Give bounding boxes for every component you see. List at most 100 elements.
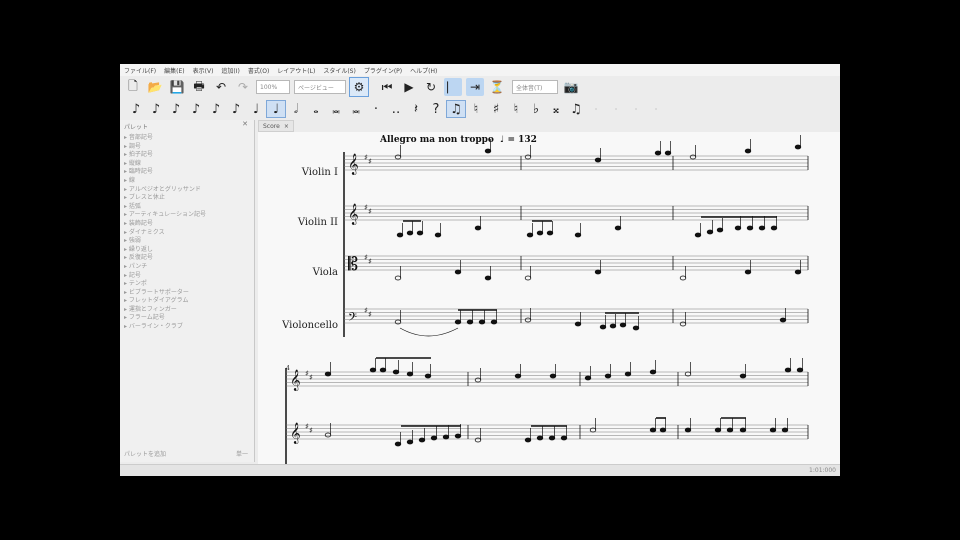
palette-item[interactable]: ▸ フレットダイアグラム — [124, 297, 250, 306]
menu-style[interactable]: スタイル(S) — [319, 66, 360, 75]
menu-layout[interactable]: レイアウト(L) — [273, 66, 319, 75]
palette-item[interactable]: ▸ パンチ — [124, 263, 250, 272]
palette-item[interactable]: ▸ 線 — [124, 177, 250, 186]
note — [474, 377, 482, 383]
zoom-field[interactable]: 100% — [256, 80, 290, 94]
note — [394, 441, 402, 447]
flip-icon[interactable]: ♫ — [566, 100, 586, 118]
palette-mode-label[interactable]: 単一 — [236, 449, 248, 458]
duration-double-whole-icon[interactable]: 𝅜 — [326, 100, 346, 118]
menu-file[interactable]: ファイル(F) — [120, 66, 160, 75]
palette-item[interactable]: ▸ 装飾記号 — [124, 220, 250, 229]
palette-item[interactable]: ▸ バーライン・クラブ — [124, 323, 250, 332]
rewind-icon[interactable]: ⏮ — [378, 78, 396, 96]
palette-item[interactable]: ▸ 調号 — [124, 143, 250, 152]
palette-item[interactable]: ▸ ビブラートサポーター — [124, 289, 250, 298]
note — [394, 319, 402, 325]
note — [796, 367, 804, 373]
menu-edit[interactable]: 編集(E) — [160, 66, 188, 75]
tie-selected-icon[interactable]: ♫ — [446, 100, 466, 118]
palette-item[interactable]: ▸ 強弱 — [124, 237, 250, 246]
instrument-label-violin-2[interactable]: Violin II — [297, 217, 338, 228]
augmentation-dot-icon[interactable]: · — [366, 100, 386, 118]
palette-item[interactable]: ▸ ダイナミクス — [124, 229, 250, 238]
palette-close-icon[interactable]: ✕ — [242, 120, 248, 128]
duration-half-icon[interactable]: 𝅗𝅥 — [286, 100, 306, 118]
redo-icon[interactable]: ↷ — [234, 78, 252, 96]
palette-item[interactable]: ▸ ブレスと休止 — [124, 194, 250, 203]
view-mode-select[interactable]: ページビュー — [294, 80, 346, 94]
note-input-icon[interactable]: ♪ — [126, 100, 146, 118]
note — [726, 427, 734, 433]
play-icon[interactable]: ▶ — [400, 78, 418, 96]
close-tab-icon[interactable]: × — [284, 123, 289, 130]
note — [744, 269, 752, 275]
tab-score[interactable]: Score × — [258, 120, 294, 132]
palette-panel: パレット ✕ ▸ 音部記号 ▸ 調号 ▸ 拍子記号 ▸ 縦線 ▸ 臨時記号 ▸ 線 ▸ アル… — [120, 120, 255, 462]
flat-icon[interactable]: ♭ — [526, 100, 546, 118]
note — [418, 437, 426, 443]
print-icon[interactable]: 🖶 — [190, 78, 208, 96]
loop-icon[interactable]: ↻ — [422, 78, 440, 96]
playback-mode-field[interactable]: 全体音(T) — [512, 80, 558, 94]
palette-item[interactable]: ▸ アルペジオとグリッサンド — [124, 186, 250, 195]
natural-sharp-icon[interactable]: ♮ — [466, 100, 486, 118]
score-view[interactable]: Allegro ma non troppo ♩ = 132 Violin I V… — [258, 132, 840, 464]
open-folder-icon[interactable]: 📂 — [146, 78, 164, 96]
palette-item[interactable]: ▸ 音部記号 — [124, 134, 250, 143]
note — [524, 154, 532, 160]
palette-item[interactable]: ▸ 臨時記号 — [124, 168, 250, 177]
menu-help[interactable]: ヘルプ(H) — [406, 66, 441, 75]
natural-icon[interactable]: ♮ — [506, 100, 526, 118]
voice-icon[interactable]: ? — [426, 100, 446, 118]
note — [794, 269, 802, 275]
menu-format[interactable]: 書式(O) — [244, 66, 273, 75]
duration-eighth-icon[interactable]: ♪ — [206, 100, 226, 118]
double-sharp-icon[interactable]: 𝄪 — [546, 100, 566, 118]
undo-icon[interactable]: ↶ — [212, 78, 230, 96]
save-icon[interactable]: 💾 — [168, 78, 186, 96]
palette-item[interactable]: ▸ 記号 — [124, 272, 250, 281]
new-file-icon[interactable]: 🗋 — [124, 78, 142, 96]
count-in-icon[interactable]: ⎸ — [444, 78, 462, 96]
palette-item[interactable]: ▸ 反復記号 — [124, 254, 250, 263]
note — [714, 427, 722, 433]
palette-item[interactable]: ▸ フラーム記号 — [124, 314, 250, 323]
playback-pan-icon[interactable]: ⇥ — [466, 78, 484, 96]
palette-item[interactable]: ▸ アーティキュレーション記号 — [124, 211, 250, 220]
double-dot-icon[interactable]: ‥ — [386, 100, 406, 118]
palette-item[interactable]: ▸ 拍子記号 — [124, 151, 250, 160]
menu-add[interactable]: 追加(I) — [217, 66, 243, 75]
duration-64th-icon[interactable]: ♪ — [146, 100, 166, 118]
note — [324, 432, 332, 438]
mixer-icon[interactable]: ⚙ — [349, 77, 369, 97]
voice-3-icon[interactable]: · — [626, 100, 646, 118]
duration-whole-icon[interactable]: 𝅝 — [306, 100, 326, 118]
instrument-label-cello[interactable]: Violoncello — [281, 320, 338, 331]
palette-item[interactable]: ▸ テンポ — [124, 280, 250, 289]
note — [454, 433, 462, 439]
note — [484, 275, 492, 281]
duration-16th-icon[interactable]: ♪ — [186, 100, 206, 118]
add-palette-button[interactable]: パレットを追加 — [124, 449, 166, 458]
voice-2-icon[interactable]: · — [606, 100, 626, 118]
duration-32nd-icon[interactable]: ♪ — [166, 100, 186, 118]
rest-icon[interactable]: 𝄽 — [406, 100, 426, 118]
menu-view[interactable]: 表示(V) — [189, 66, 218, 75]
instrument-label-violin-1[interactable]: Violin I — [301, 167, 338, 178]
note — [526, 232, 534, 238]
sharp-icon[interactable]: ♯ — [486, 100, 506, 118]
note — [744, 148, 752, 154]
duration-breve-icon[interactable]: 𝅜 — [346, 100, 366, 118]
voice-1-icon[interactable]: · — [586, 100, 606, 118]
menu-plugins[interactable]: プラグイン(P) — [360, 66, 406, 75]
metronome-icon[interactable]: ⏳ — [488, 78, 506, 96]
duration-quarter-icon[interactable]: ♩ — [246, 100, 266, 118]
duration-eighth-alt-icon[interactable]: ♪ — [226, 100, 246, 118]
duration-half-selected-icon[interactable]: ♩ — [266, 100, 286, 118]
instrument-label-viola[interactable]: Viola — [312, 267, 338, 278]
note — [758, 225, 766, 231]
note — [524, 437, 532, 443]
voice-4-icon[interactable]: · — [646, 100, 666, 118]
screenshot-icon[interactable]: 📷 — [562, 78, 580, 96]
